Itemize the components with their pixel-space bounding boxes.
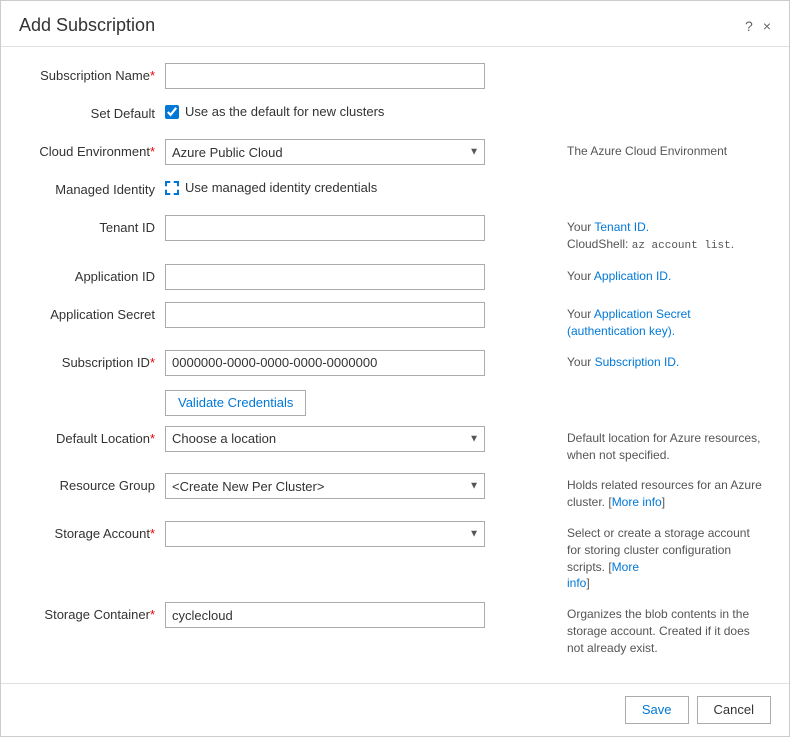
storage-account-control: ▼ <box>165 521 555 547</box>
managed-identity-row: Managed Identity Use managed identity cr… <box>25 177 765 205</box>
application-secret-label: Application Secret <box>25 302 165 322</box>
storage-account-hint: Select or create a storage account for s… <box>555 521 765 592</box>
application-id-hint: Your Application ID. <box>555 264 765 285</box>
application-id-row: Application ID Your Application ID. <box>25 264 765 292</box>
default-location-hint: Default location for Azure resources, wh… <box>555 426 765 464</box>
tenant-id-link[interactable]: Tenant ID. <box>594 220 649 234</box>
subscription-id-link[interactable]: Subscription ID. <box>595 355 680 369</box>
storage-container-control <box>165 602 555 628</box>
dialog-title: Add Subscription <box>19 15 155 36</box>
close-icon[interactable]: × <box>763 18 771 34</box>
application-secret-control <box>165 302 555 328</box>
application-id-control <box>165 264 555 290</box>
set-default-label: Set Default <box>25 101 165 121</box>
application-secret-input[interactable] <box>165 302 485 328</box>
tenant-id-input[interactable] <box>165 215 485 241</box>
managed-identity-label: Managed Identity <box>25 177 165 197</box>
storage-account-select[interactable] <box>165 521 485 547</box>
storage-account-select-wrapper: ▼ <box>165 521 485 547</box>
storage-container-hint: Organizes the blob contents in the stora… <box>555 602 765 656</box>
header-icons: ? × <box>745 18 771 34</box>
subscription-name-hint <box>555 63 765 67</box>
dialog-footer: Save Cancel <box>1 683 789 736</box>
set-default-row: Set Default Use as the default for new c… <box>25 101 765 129</box>
subscription-name-input[interactable] <box>165 63 485 89</box>
storage-account-more-link[interactable]: More <box>612 560 639 574</box>
subscription-id-control <box>165 350 555 376</box>
managed-identity-checkbox[interactable] <box>165 181 179 195</box>
set-default-checkbox[interactable] <box>165 105 179 119</box>
cloud-environment-select[interactable]: Azure Public Cloud Azure China Cloud Azu… <box>165 139 485 165</box>
subscription-id-input[interactable] <box>165 350 485 376</box>
subscription-id-label: Subscription ID* <box>25 350 165 370</box>
tenant-id-code: az account list <box>632 240 731 252</box>
resource-group-hint: Holds related resources for an Azure clu… <box>555 473 765 511</box>
resource-group-select-wrapper: <Create New Per Cluster> ▼ <box>165 473 485 499</box>
tenant-id-control <box>165 215 555 241</box>
tenant-id-hint: Your Tenant ID. CloudShell: az account l… <box>555 215 765 254</box>
validate-control: Validate Credentials <box>165 388 555 416</box>
subscription-name-label: Subscription Name* <box>25 63 165 83</box>
dialog-header: Add Subscription ? × <box>1 1 789 47</box>
subscription-name-row: Subscription Name* <box>25 63 765 91</box>
application-secret-hint: Your Application Secret (authentication … <box>555 302 765 340</box>
cloud-environment-control: Azure Public Cloud Azure China Cloud Azu… <box>165 139 555 165</box>
set-default-checkbox-label: Use as the default for new clusters <box>185 104 384 119</box>
subscription-name-control <box>165 63 555 89</box>
subscription-id-row: Subscription ID* Your Subscription ID. <box>25 350 765 378</box>
tenant-id-row: Tenant ID Your Tenant ID. CloudShell: az… <box>25 215 765 254</box>
default-location-select[interactable]: Choose a location <box>165 426 485 452</box>
cloud-environment-row: Cloud Environment* Azure Public Cloud Az… <box>25 139 765 167</box>
storage-account-label: Storage Account* <box>25 521 165 541</box>
managed-identity-area: Use managed identity credentials <box>165 177 377 195</box>
storage-container-input[interactable] <box>165 602 485 628</box>
resource-group-row: Resource Group <Create New Per Cluster> … <box>25 473 765 511</box>
help-icon[interactable]: ? <box>745 18 753 34</box>
set-default-checkbox-row: Use as the default for new clusters <box>165 101 384 119</box>
add-subscription-dialog: Add Subscription ? × Subscription Name* … <box>0 0 790 737</box>
default-location-select-wrapper: Choose a location ▼ <box>165 426 485 452</box>
resource-group-more-info-link[interactable]: More info <box>612 495 662 509</box>
validate-row: Validate Credentials <box>25 388 765 416</box>
application-id-label: Application ID <box>25 264 165 284</box>
set-default-control: Use as the default for new clusters <box>165 101 555 119</box>
resource-group-select[interactable]: <Create New Per Cluster> <box>165 473 485 499</box>
application-id-input[interactable] <box>165 264 485 290</box>
save-button[interactable]: Save <box>625 696 689 724</box>
application-secret-link[interactable]: Application Secret (authentication key). <box>567 307 691 338</box>
storage-container-row: Storage Container* Organizes the blob co… <box>25 602 765 656</box>
managed-identity-control: Use managed identity credentials <box>165 177 555 195</box>
default-location-label: Default Location* <box>25 426 165 446</box>
storage-account-info-link[interactable]: info <box>567 576 586 590</box>
tenant-id-label: Tenant ID <box>25 215 165 235</box>
cancel-button[interactable]: Cancel <box>697 696 771 724</box>
validate-credentials-button[interactable]: Validate Credentials <box>165 390 306 416</box>
resource-group-label: Resource Group <box>25 473 165 493</box>
default-location-row: Default Location* Choose a location ▼ De… <box>25 426 765 464</box>
storage-account-row: Storage Account* ▼ Select or create a st… <box>25 521 765 592</box>
default-location-control: Choose a location ▼ <box>165 426 555 452</box>
cloud-environment-hint: The Azure Cloud Environment <box>555 139 765 160</box>
subscription-id-hint: Your Subscription ID. <box>555 350 765 371</box>
application-id-link[interactable]: Application ID. <box>594 269 671 283</box>
application-secret-row: Application Secret Your Application Secr… <box>25 302 765 340</box>
cloud-environment-label: Cloud Environment* <box>25 139 165 159</box>
dialog-body: Subscription Name* Set Default Use as th… <box>1 47 789 683</box>
managed-identity-checkbox-label: Use managed identity credentials <box>185 180 377 195</box>
storage-container-label: Storage Container* <box>25 602 165 622</box>
resource-group-control: <Create New Per Cluster> ▼ <box>165 473 555 499</box>
cloud-environment-select-wrapper: Azure Public Cloud Azure China Cloud Azu… <box>165 139 485 165</box>
